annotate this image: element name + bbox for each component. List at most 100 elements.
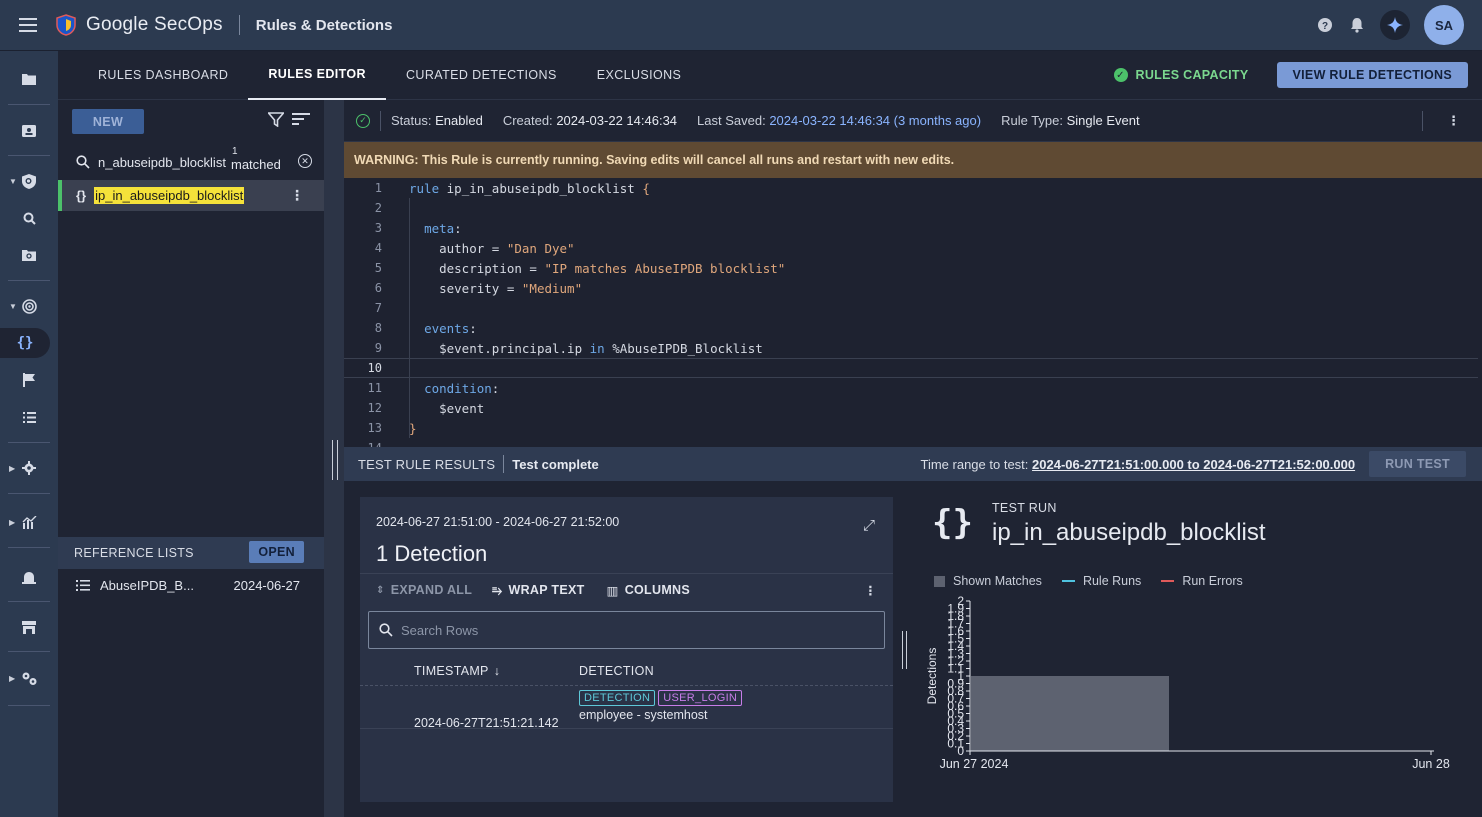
detection-count-title: 1 Detection — [376, 541, 488, 566]
code-editor[interactable]: 1 rule ip_in_abuseipdb_blocklist { 2 3 me… — [344, 178, 1482, 447]
expand-all-button[interactable]: ⇕ EXPAND ALL — [376, 583, 472, 597]
results-splitter-handle[interactable] — [902, 631, 907, 669]
legend-rule-runs[interactable]: Rule Runs — [1061, 574, 1141, 588]
more-vert-icon[interactable]: ⋮ — [290, 187, 304, 204]
code-string: "Medium" — [521, 280, 583, 296]
line-number: 7 — [374, 301, 382, 315]
status-divider — [380, 110, 381, 131]
tab-exclusions[interactable]: EXCLUSIONS — [577, 51, 702, 100]
reference-list-item[interactable]: AbuseIPDB_B... 2024-06-27 — [58, 569, 324, 601]
code-line: 3 meta: — [344, 218, 1478, 238]
unfold-icon: ⇕ — [376, 584, 385, 596]
tab-rules-dashboard[interactable]: RULES DASHBOARD — [78, 51, 248, 100]
tab-curated-detections[interactable]: CURATED DETECTIONS — [386, 51, 577, 100]
columns-label: COLUMNS — [624, 583, 690, 597]
sort-icon[interactable] — [292, 112, 310, 126]
rules-capacity-button[interactable]: ✓ RULES CAPACITY — [1113, 68, 1249, 82]
tab-bar: RULES DASHBOARD RULES EDITOR CURATED DET… — [58, 51, 1482, 100]
time-range-picker[interactable]: 2024-06-27T21:51:00.000 to 2024-06-27T21… — [1032, 457, 1355, 472]
search-rows-field[interactable] — [368, 611, 885, 649]
detection-cell[interactable]: DETECTION USER_LOGIN employee - systemhos… — [579, 690, 745, 722]
nav-marketplace[interactable] — [0, 612, 58, 642]
nav-lists[interactable] — [0, 402, 58, 432]
reference-lists-header: REFERENCE LISTS OPEN — [58, 537, 324, 569]
line-number: 5 — [374, 261, 382, 275]
wrap-text-button[interactable]: ⥱ WRAP TEXT — [492, 583, 584, 598]
open-reference-lists-button[interactable]: OPEN — [249, 541, 304, 563]
legend-label: Run Errors — [1182, 574, 1243, 588]
rule-created: Created: 2024-03-22 14:46:34 — [503, 113, 677, 128]
new-rule-button[interactable]: NEW — [72, 109, 144, 134]
nav-response[interactable] — [0, 562, 58, 592]
gemini-sparkle-icon[interactable] — [1380, 10, 1410, 40]
nav-investigation[interactable] — [0, 115, 58, 145]
splitter-grip-handle[interactable] — [332, 440, 338, 480]
nav-settings-group[interactable]: ▶ — [0, 453, 58, 483]
caret-down-icon: ▼ — [9, 176, 17, 186]
nav-alerts[interactable] — [0, 365, 58, 395]
code-keyword: rule — [409, 180, 440, 196]
more-vert-icon[interactable]: ⋮ — [1447, 113, 1460, 129]
test-results-title: TEST RULE RESULTS — [358, 456, 496, 472]
line-number: 13 — [367, 421, 382, 435]
gears-icon — [22, 672, 36, 685]
rule-list-item[interactable]: {} ip_in_abuseipdb_blocklist ⋮ — [58, 180, 324, 211]
y-axis-label: Detections — [925, 648, 939, 705]
code-line: 12 $event — [344, 398, 1478, 418]
legend-label: Shown Matches — [953, 574, 1042, 588]
legend-swatch — [1061, 580, 1075, 582]
code-line: 9 $event.principal.ip in %AbuseIPDB_Bloc… — [344, 338, 1478, 358]
notifications-bell-icon[interactable] — [1348, 16, 1366, 34]
header-divider — [360, 685, 893, 686]
rule-status-bar: ✓ Status: Enabled Created: 2024-03-22 14… — [344, 100, 1482, 142]
rule-search-row[interactable]: n_abuseipdb_blocklist 1 matched ✕ — [58, 144, 324, 180]
top-bar: Google SecOps Rules & Detections ? SA — [0, 0, 1482, 51]
legend-shown-matches[interactable]: Shown Matches — [934, 574, 1042, 588]
nav-cases[interactable] — [0, 64, 58, 94]
wrap-text-label: WRAP TEXT — [508, 583, 585, 597]
run-test-button[interactable]: RUN TEST — [1369, 451, 1466, 477]
code-string: "IP matches AbuseIPDB blocklist" — [544, 260, 786, 276]
flag-icon — [23, 373, 35, 387]
search-icon — [23, 212, 36, 225]
search-rows-input[interactable] — [401, 622, 861, 638]
clear-search-icon[interactable]: ✕ — [298, 154, 312, 168]
detection-column-header[interactable]: DETECTION — [579, 657, 654, 685]
nav-separator — [8, 601, 50, 602]
help-icon[interactable]: ? — [1316, 16, 1334, 34]
rule-last-saved-value: 2024-03-22 14:46:34 (3 months ago) — [769, 113, 982, 128]
rule-search-input[interactable]: n_abuseipdb_blocklist — [98, 155, 226, 170]
columns-button[interactable]: ▥ COLUMNS — [607, 583, 690, 598]
line-number: 10 — [367, 361, 382, 375]
search-icon — [379, 623, 393, 637]
store-icon — [22, 620, 36, 634]
legend-run-errors[interactable]: Run Errors — [1161, 574, 1243, 588]
tab-rules-editor[interactable]: RULES EDITOR — [248, 51, 386, 100]
nav-rules-editor[interactable]: {} — [0, 328, 50, 358]
badge-icon — [22, 125, 36, 137]
siren-icon — [22, 571, 36, 584]
nav-separator — [8, 547, 50, 548]
nav-search[interactable] — [0, 203, 58, 233]
nav-admin-group[interactable]: ▶ — [0, 663, 58, 693]
code-key: author — [439, 240, 485, 256]
menu-button[interactable] — [0, 16, 56, 34]
user-avatar[interactable]: SA — [1424, 5, 1464, 45]
line-number: 9 — [374, 341, 382, 355]
fullscreen-icon[interactable]: ⤢ — [863, 517, 875, 534]
rule-created-value: 2024-03-22 14:46:34 — [556, 113, 678, 128]
filter-icon[interactable] — [268, 112, 284, 127]
more-vert-icon[interactable]: ⋮ — [864, 583, 877, 598]
code-line: 6 severity = "Medium" — [344, 278, 1478, 298]
nav-dashboards-group[interactable]: ▶ — [0, 507, 58, 537]
code-line: 4 author = "Dan Dye" — [344, 238, 1478, 258]
view-rule-detections-button[interactable]: VIEW RULE DETECTIONS — [1276, 62, 1468, 88]
test-results-bar: TEST RULE RESULTS Test complete Time ran… — [344, 447, 1482, 481]
detection-summary: employee - systemhost — [579, 708, 708, 722]
nav-detection-group[interactable]: ▼ — [0, 166, 58, 196]
nav-saved-searches[interactable] — [0, 240, 58, 270]
nav-detections-group[interactable]: ▼ — [0, 291, 58, 321]
timestamp-column-header[interactable]: TIMESTAMP ↓ — [414, 657, 500, 685]
code-line: 2 — [344, 198, 1478, 218]
detections-toolbar: ⇕ EXPAND ALL ⥱ WRAP TEXT ▥ COLUMNS ⋮ — [360, 573, 893, 606]
